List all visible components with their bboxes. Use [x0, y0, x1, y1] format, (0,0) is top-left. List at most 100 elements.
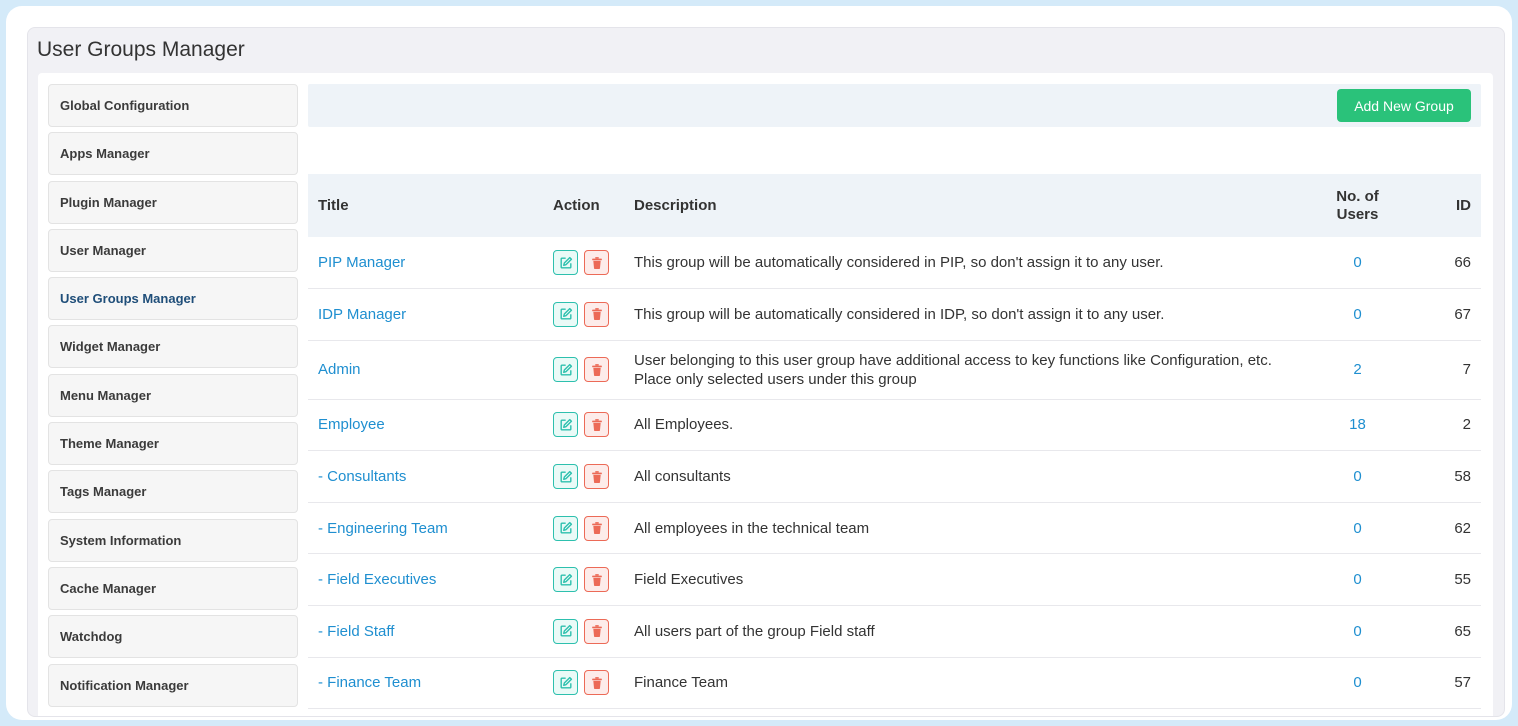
group-action-cell [543, 340, 624, 399]
delete-button[interactable] [584, 567, 609, 593]
group-action-cell [543, 289, 624, 341]
edit-button[interactable] [553, 515, 578, 541]
table-row: - Engineering Team All employees in the t… [308, 502, 1481, 554]
group-title-link[interactable]: Employee [318, 416, 385, 433]
sidebar-item-user-manager[interactable]: User Manager [48, 228, 298, 272]
sidebar-item-plugin-manager[interactable]: Plugin Manager [48, 180, 298, 224]
edit-button[interactable] [553, 464, 578, 490]
edit-button[interactable] [553, 412, 578, 438]
group-users-count-link[interactable]: 0 [1353, 254, 1361, 271]
sidebar-item-apps-manager[interactable]: Apps Manager [48, 132, 298, 176]
table-row: Admin User belonging to this user group h… [308, 340, 1481, 400]
group-id-cell: 7 [1462, 361, 1471, 379]
group-title-cell: - Finance Team [308, 657, 543, 709]
row-actions [553, 670, 614, 696]
sidebar-item-watchdog[interactable]: Watchdog [48, 615, 298, 659]
group-users-count-link[interactable]: 0 [1353, 520, 1361, 537]
group-id-cell: 62 [1454, 519, 1471, 537]
sidebar-item-user-groups-manager[interactable]: User Groups Manager [48, 277, 298, 321]
group-title-cell: - Field Staff [308, 606, 543, 658]
header-id: ID [1456, 197, 1471, 214]
edit-icon [559, 624, 573, 638]
row-actions [553, 357, 614, 383]
table-row: - Finance Team Finance Team 0 57 [308, 657, 1481, 709]
group-users-count-link[interactable]: 0 [1353, 571, 1361, 588]
delete-button[interactable] [584, 412, 609, 438]
row-actions [553, 464, 614, 490]
edit-button[interactable] [553, 301, 578, 327]
group-title-cell: Admin [308, 340, 543, 399]
group-title-link[interactable]: - Field Staff [318, 623, 394, 640]
delete-button[interactable] [584, 357, 609, 383]
header-no-of-users: No. of Users [1304, 174, 1411, 237]
delete-button[interactable] [584, 618, 609, 644]
group-users-count-link[interactable]: 0 [1353, 306, 1361, 323]
group-id-cell: 55 [1454, 571, 1471, 589]
table-row: PIP Manager This group will be automatica… [308, 237, 1481, 289]
sidebar-item-system-information[interactable]: System Information [48, 518, 298, 562]
user-groups-panel: User Groups Manager Global Configuration… [27, 27, 1505, 717]
sidebar-item-widget-manager[interactable]: Widget Manager [48, 325, 298, 369]
group-description-cell: This group will be automatically conside… [634, 254, 1164, 272]
row-actions [553, 412, 614, 438]
delete-button[interactable] [584, 301, 609, 327]
group-action-cell [543, 237, 624, 289]
group-title-cell: Employee [308, 399, 543, 451]
trash-icon [590, 363, 604, 377]
group-title-link[interactable]: - Finance Team [318, 674, 421, 691]
group-title-link[interactable]: PIP Manager [318, 254, 405, 271]
group-action-cell [543, 451, 624, 503]
group-users-count-link[interactable]: 18 [1349, 416, 1366, 433]
sidebar-item-cache-manager[interactable]: Cache Manager [48, 566, 298, 610]
group-action-cell [543, 657, 624, 709]
edit-button[interactable] [553, 670, 578, 696]
group-users-cell: 18 [1304, 399, 1411, 451]
delete-button[interactable] [584, 464, 609, 490]
group-users-count-link[interactable]: 2 [1353, 361, 1361, 378]
row-actions [553, 250, 614, 276]
user-groups-table: Title Action Description No. of Users ID… [308, 174, 1481, 709]
group-users-count-link[interactable]: 0 [1353, 468, 1361, 485]
table-header-row: Title Action Description No. of Users ID [308, 174, 1481, 237]
edit-icon [559, 418, 573, 432]
sidebar-item-menu-manager[interactable]: Menu Manager [48, 373, 298, 417]
group-title-cell: - Engineering Team [308, 502, 543, 554]
edit-icon [559, 363, 573, 377]
sidebar-item-notification-manager[interactable]: Notification Manager [48, 663, 298, 707]
sidebar-item-theme-manager[interactable]: Theme Manager [48, 422, 298, 466]
group-users-count-link[interactable]: 0 [1353, 623, 1361, 640]
trash-icon [590, 418, 604, 432]
edit-button[interactable] [553, 250, 578, 276]
group-title-link[interactable]: IDP Manager [318, 306, 406, 323]
edit-icon [559, 470, 573, 484]
trash-icon [590, 256, 604, 270]
table-row: - Field Staff All users part of the group… [308, 606, 1481, 658]
group-description-cell: Finance Team [634, 674, 728, 692]
group-users-count-link[interactable]: 0 [1353, 674, 1361, 691]
group-title-link[interactable]: - Consultants [318, 468, 406, 485]
group-action-cell [543, 554, 624, 606]
group-id-cell: 58 [1454, 468, 1471, 486]
edit-button[interactable] [553, 567, 578, 593]
delete-button[interactable] [584, 670, 609, 696]
edit-icon [559, 573, 573, 587]
group-description-cell: All consultants [634, 468, 731, 486]
delete-button[interactable] [584, 515, 609, 541]
trash-icon [590, 573, 604, 587]
header-description: Description [634, 197, 717, 214]
delete-button[interactable] [584, 250, 609, 276]
group-description-cell: User belonging to this user group have a… [634, 351, 1272, 388]
group-title-link[interactable]: - Engineering Team [318, 520, 448, 537]
sidebar-item-tags-manager[interactable]: Tags Manager [48, 470, 298, 514]
edit-icon [559, 307, 573, 321]
edit-button[interactable] [553, 357, 578, 383]
edit-icon [559, 256, 573, 270]
edit-button[interactable] [553, 618, 578, 644]
group-title-link[interactable]: - Field Executives [318, 571, 436, 588]
page-title: User Groups Manager [37, 38, 245, 61]
add-new-group-button[interactable]: Add New Group [1337, 89, 1471, 122]
group-users-cell: 0 [1304, 289, 1411, 341]
sidebar-item-global-configuration[interactable]: Global Configuration [48, 84, 298, 127]
group-title-link[interactable]: Admin [318, 361, 361, 378]
main-section: Add New Group Title Action Description N… [308, 84, 1481, 709]
